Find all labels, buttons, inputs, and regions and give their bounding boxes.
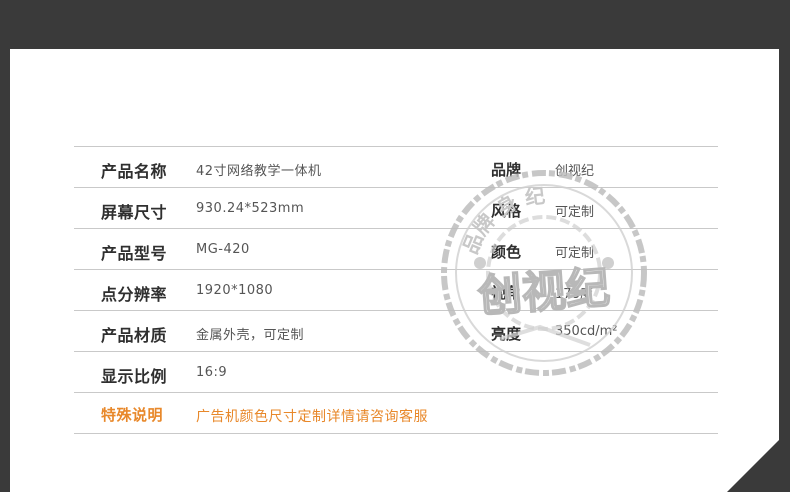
spec-row-resolution: 点分辨率 1920*1080 视角 178度 bbox=[74, 270, 718, 310]
spec-label-right: 品牌 bbox=[491, 161, 522, 179]
spec-value: 1920*1080 bbox=[196, 283, 274, 298]
spec-label: 产品型号 bbox=[101, 244, 168, 263]
spec-value: 930.24*523mm bbox=[196, 201, 305, 216]
spec-label: 点分辨率 bbox=[101, 285, 168, 304]
spec-label: 显示比例 bbox=[101, 367, 168, 386]
spec-value-right: 创视纪 bbox=[555, 164, 595, 179]
spec-value-right: 可定制 bbox=[555, 246, 595, 261]
spec-value-right: 350cd/m² bbox=[555, 324, 618, 339]
spec-row-aspect-ratio: 显示比例 16:9 bbox=[74, 352, 718, 392]
spec-value: 金属外壳，可定制 bbox=[196, 328, 305, 343]
spec-row-material: 产品材质 金属外壳，可定制 亮度 350cd/m² bbox=[74, 311, 718, 351]
spec-label: 屏幕尺寸 bbox=[101, 203, 168, 222]
spec-row-screen-size: 屏幕尺寸 930.24*523mm 风格 可定制 bbox=[74, 188, 718, 228]
special-note-label: 特殊说明 bbox=[101, 406, 164, 424]
spec-label-right: 颜色 bbox=[491, 243, 522, 261]
spec-label-right: 亮度 bbox=[491, 325, 522, 343]
spec-value-right: 178度 bbox=[555, 287, 593, 302]
spec-row-model: 产品型号 MG-420 颜色 可定制 bbox=[74, 229, 718, 269]
special-note-value: 广告机颜色尺寸定制详情请咨询客服 bbox=[196, 409, 428, 425]
spec-label: 产品材质 bbox=[101, 326, 168, 345]
spec-row-special-note: 特殊说明 广告机颜色尺寸定制详情请咨询客服 bbox=[74, 393, 718, 433]
product-spec-card: 产品名称 42寸网络教学一体机 品牌 创视纪 屏幕尺寸 930.24*523mm… bbox=[10, 49, 779, 492]
spec-table: 产品名称 42寸网络教学一体机 品牌 创视纪 屏幕尺寸 930.24*523mm… bbox=[74, 146, 718, 434]
spec-label-right: 视角 bbox=[491, 284, 522, 302]
spec-value-right: 可定制 bbox=[555, 205, 595, 220]
spec-value: MG-420 bbox=[196, 242, 250, 257]
spec-row-product-name: 产品名称 42寸网络教学一体机 品牌 创视纪 bbox=[74, 147, 718, 187]
divider bbox=[74, 433, 718, 434]
spec-label-right: 风格 bbox=[491, 202, 522, 220]
spec-label: 产品名称 bbox=[101, 162, 168, 181]
spec-value: 16:9 bbox=[196, 365, 228, 380]
spec-value: 42寸网络教学一体机 bbox=[196, 164, 322, 179]
corner-fold bbox=[727, 440, 779, 492]
